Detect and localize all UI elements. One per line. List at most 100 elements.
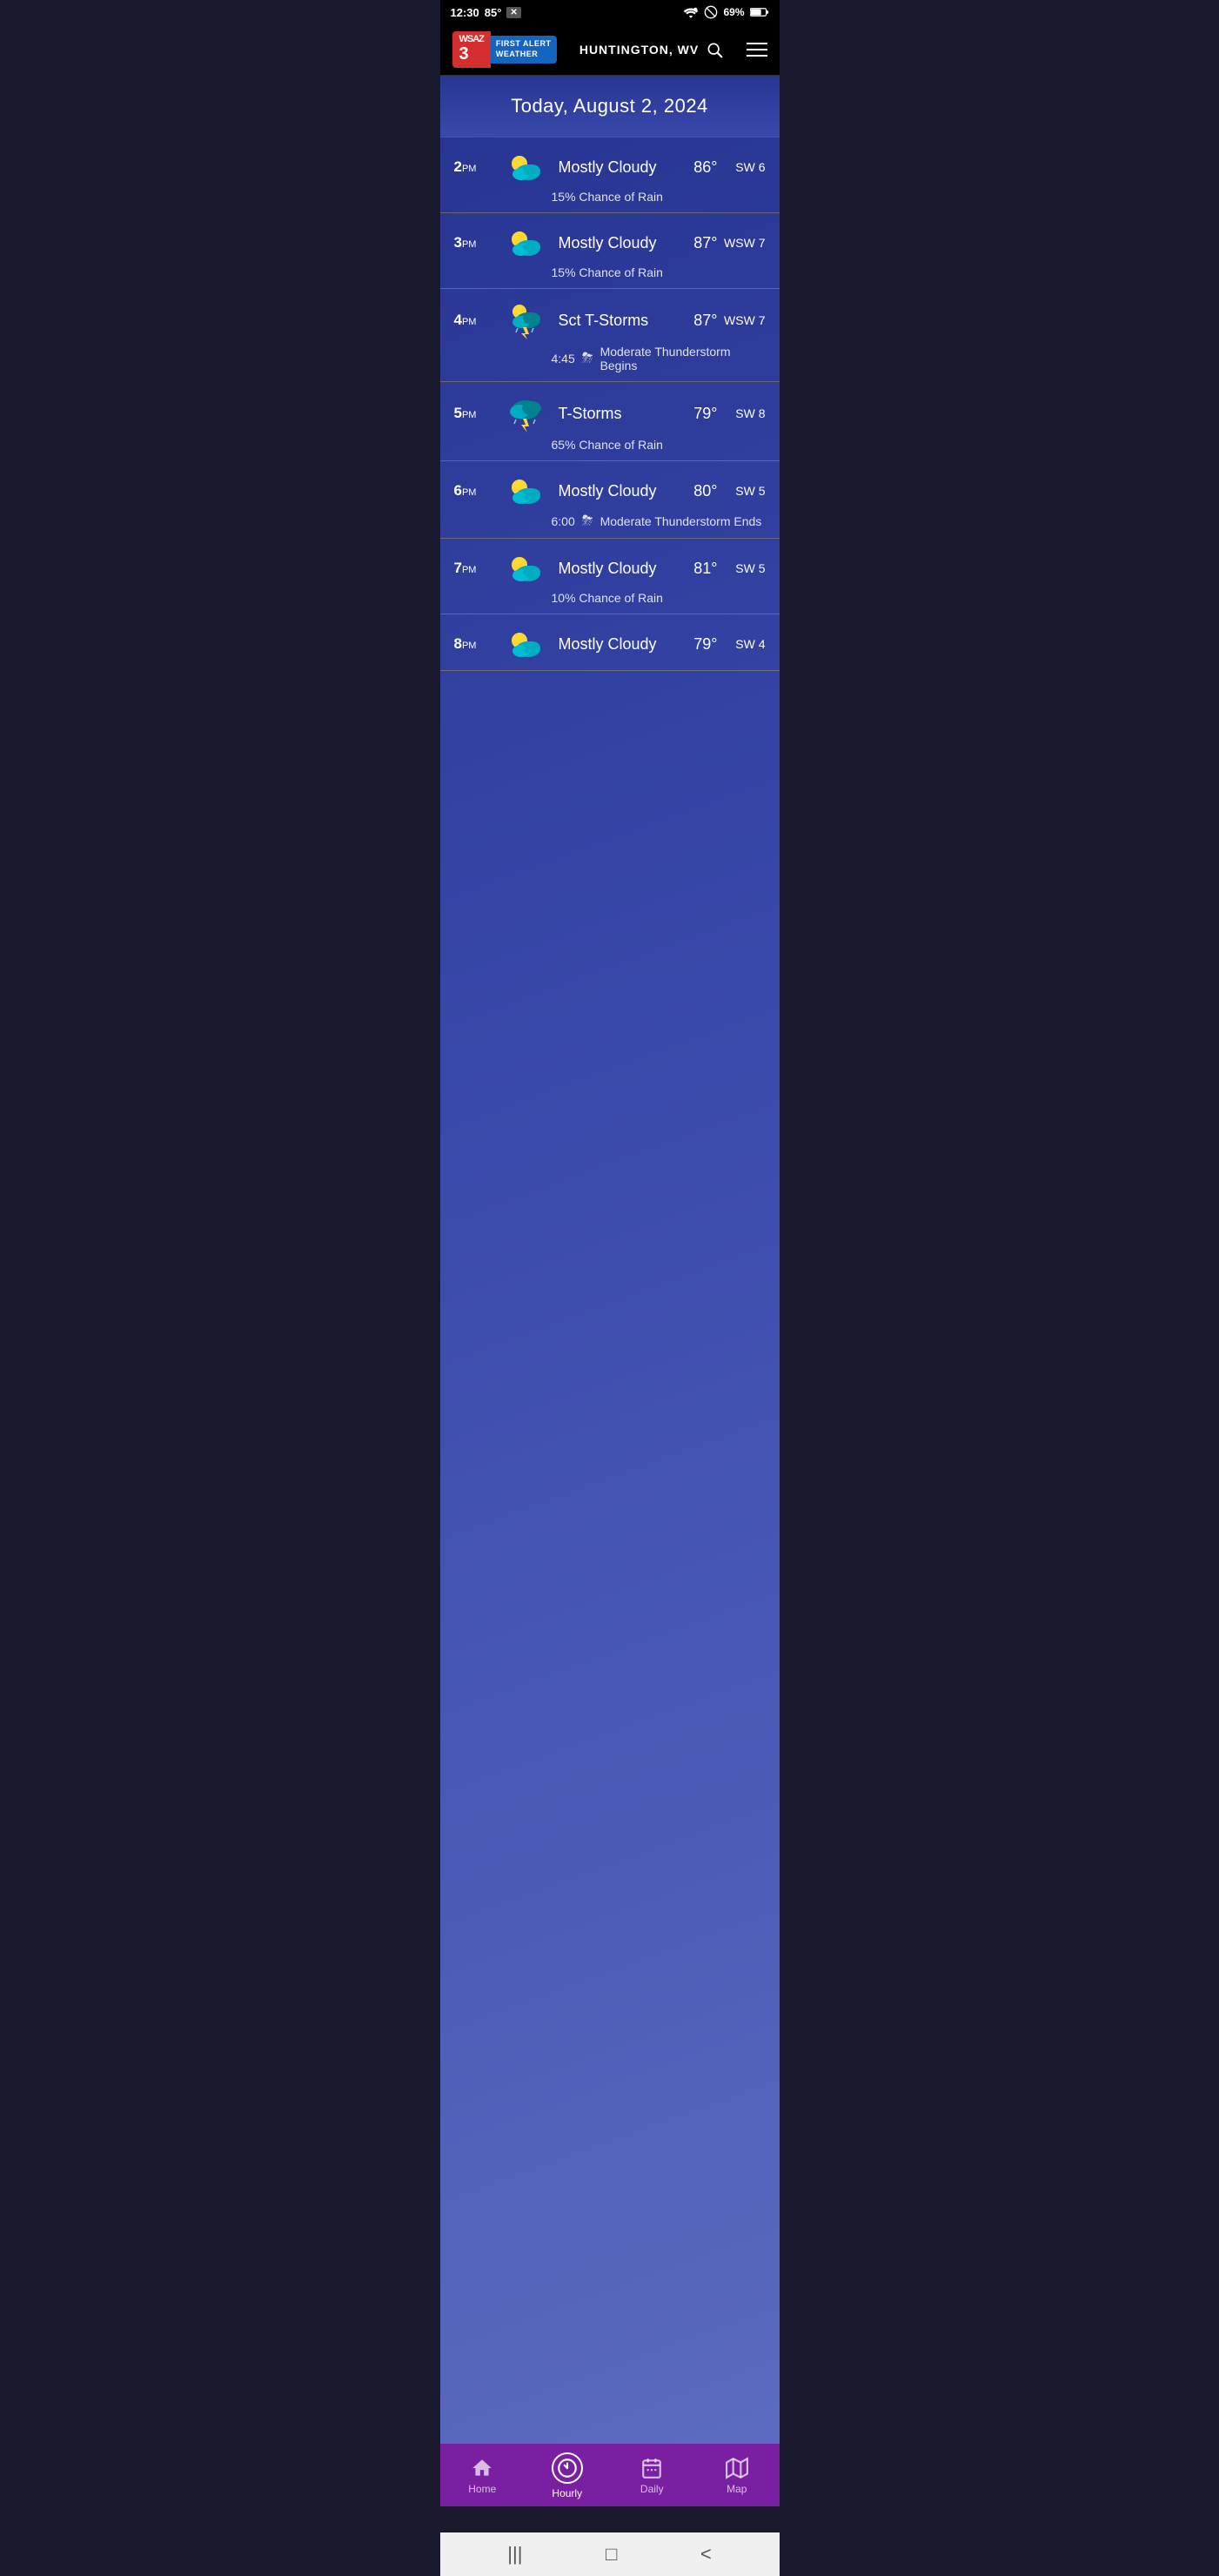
nav-hourly[interactable]: Hourly <box>537 2452 598 2499</box>
rain-chance: 65% Chance of Rain <box>552 438 663 452</box>
status-right: 69% <box>683 5 768 19</box>
weather-icon <box>499 225 552 260</box>
hourly-row: 8PM Mostly Cloudy 79° SW 4 <box>440 614 780 671</box>
status-temp: 85° <box>485 6 502 19</box>
do-not-disturb-icon <box>704 5 718 19</box>
recent-apps-button[interactable]: ||| <box>507 2543 522 2566</box>
location-text: HUNTINGTON, WV <box>579 43 699 57</box>
menu-button[interactable] <box>747 43 767 57</box>
weather-main-row: 4PM Sct T-Storms 87° WSW 7 <box>454 301 766 339</box>
weather-sub-text: 65% Chance of Rain <box>454 438 766 452</box>
event-desc: Moderate Thunderstorm Begins <box>600 345 766 372</box>
ampm-text: PM <box>462 164 477 174</box>
nav-label: Home <box>468 2483 496 2495</box>
weather-icon <box>499 551 552 586</box>
weather-description: Mostly Cloudy <box>552 234 674 252</box>
hourly-row: 2PM Mostly Cloudy 86° SW 6 15% Chance of… <box>440 138 780 213</box>
event-icon: ⛈ <box>582 513 593 529</box>
back-button[interactable]: < <box>700 2543 712 2566</box>
status-bar: 12:30 85° ✕ 69% <box>440 0 780 24</box>
date-banner: Today, August 2, 2024 <box>440 76 780 138</box>
rain-chance: 15% Chance of Rain <box>552 265 663 279</box>
rain-chance: 10% Chance of Rain <box>552 591 663 605</box>
nav-daily[interactable]: Daily <box>621 2457 682 2495</box>
status-time: 12:30 <box>451 6 479 19</box>
weather-main-row: 5PM T-Storms 79° SW 8 <box>454 394 766 433</box>
ampm-text: PM <box>462 410 477 420</box>
hourly-row: 7PM Mostly Cloudy 81° SW 5 10% Chance of… <box>440 539 780 614</box>
nav-label: Map <box>727 2483 747 2495</box>
hourly-row: 3PM Mostly Cloudy 87° WSW 7 15% Chance o… <box>440 213 780 289</box>
weather-description: Mostly Cloudy <box>552 158 674 177</box>
temperature: 81° <box>674 560 718 578</box>
battery-percent: 69% <box>723 6 744 18</box>
weather-description: Mostly Cloudy <box>552 635 674 654</box>
hour-text: 2 <box>454 158 462 175</box>
weather-description: Sct T-Storms <box>552 312 674 330</box>
logo: WSAZ 3 FIRST ALERTWEATHER <box>452 31 557 68</box>
nav-home[interactable]: Home <box>452 2457 512 2495</box>
wind-speed: WSW 7 <box>718 236 766 250</box>
event-desc: Moderate Thunderstorm Ends <box>600 514 762 528</box>
time-label: 6PM <box>454 482 499 500</box>
wind-speed: SW 5 <box>718 561 766 575</box>
event-time: 6:00 <box>552 514 575 528</box>
nav-map[interactable]: Map <box>707 2457 767 2495</box>
weather-icon <box>499 394 552 433</box>
weather-main-row: 8PM Mostly Cloudy 79° SW 4 <box>454 627 766 661</box>
hourly-row: 6PM Mostly Cloudy 80° SW 5 6:00 ⛈ Modera… <box>440 461 780 539</box>
ampm-text: PM <box>462 641 477 651</box>
temperature: 79° <box>674 405 718 423</box>
time-label: 2PM <box>454 158 499 176</box>
hour-text: 7 <box>454 560 462 576</box>
ampm-text: PM <box>462 487 477 498</box>
rain-chance: 15% Chance of Rain <box>552 190 663 204</box>
event-time: 4:45 <box>552 352 575 366</box>
home-button[interactable]: □ <box>606 2543 617 2566</box>
weather-description: Mostly Cloudy <box>552 482 674 500</box>
temperature: 79° <box>674 635 718 654</box>
event-icon: ⛈ <box>582 351 593 366</box>
weather-description: T-Storms <box>552 405 674 423</box>
hourly-content: 2PM Mostly Cloudy 86° SW 6 15% Chance of… <box>440 138 780 2470</box>
weather-event: 6:00 ⛈ Moderate Thunderstorm Ends <box>454 513 766 529</box>
hour-text: 4 <box>454 312 462 328</box>
logo-channel: WSAZ 3 <box>452 31 491 68</box>
battery-icon <box>750 7 769 17</box>
logo-station: WSAZ <box>459 35 484 44</box>
ampm-text: PM <box>462 317 477 327</box>
temperature: 87° <box>674 234 718 252</box>
weather-icon <box>499 473 552 508</box>
wifi-icon <box>683 6 699 18</box>
temperature: 80° <box>674 482 718 500</box>
search-icon[interactable] <box>706 41 723 58</box>
temperature: 86° <box>674 158 718 177</box>
weather-main-row: 3PM Mostly Cloudy 87° WSW 7 <box>454 225 766 260</box>
nav-label: Daily <box>640 2483 664 2495</box>
weather-main-row: 6PM Mostly Cloudy 80° SW 5 <box>454 473 766 508</box>
bottom-nav: Home Hourly Daily Map <box>440 2444 780 2506</box>
nav-label: Hourly <box>552 2487 582 2499</box>
wind-speed: SW 6 <box>718 160 766 174</box>
ampm-text: PM <box>462 565 477 575</box>
weather-sub-text: 15% Chance of Rain <box>454 265 766 279</box>
hour-text: 8 <box>454 635 462 652</box>
wind-speed: SW 8 <box>718 406 766 420</box>
weather-icon <box>499 301 552 339</box>
time-label: 8PM <box>454 635 499 653</box>
date-text: Today, August 2, 2024 <box>511 95 708 117</box>
weather-icon <box>499 150 552 184</box>
weather-sub-text: 10% Chance of Rain <box>454 591 766 605</box>
nav-active-circle <box>552 2452 583 2484</box>
status-x-icon: ✕ <box>506 7 520 18</box>
header-location: HUNTINGTON, WV <box>579 41 723 58</box>
wind-speed: WSW 7 <box>718 313 766 327</box>
hour-text: 6 <box>454 482 462 499</box>
time-label: 7PM <box>454 560 499 577</box>
weather-main-row: 7PM Mostly Cloudy 81° SW 5 <box>454 551 766 586</box>
weather-main-row: 2PM Mostly Cloudy 86° SW 6 <box>454 150 766 184</box>
ampm-text: PM <box>462 239 477 250</box>
android-nav: ||| □ < <box>440 2532 780 2576</box>
status-left: 12:30 85° ✕ <box>451 6 521 19</box>
hour-text: 3 <box>454 234 462 251</box>
